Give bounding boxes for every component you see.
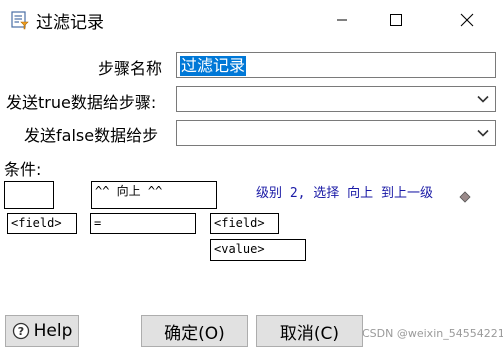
step-name-label: 步骤名称: [98, 59, 163, 78]
minimize-icon: [337, 19, 347, 21]
condition-left-field[interactable]: <field>: [7, 213, 77, 234]
condition-level-info: 级别 2, 选择 向上 到上一级: [256, 186, 433, 201]
maximize-button[interactable]: [373, 0, 419, 40]
false-step-label: 发送false数据给步: [24, 126, 159, 145]
watermark: CSDN @weixin_54554221: [362, 327, 503, 340]
filter-app-icon: [10, 10, 30, 30]
false-step-select[interactable]: [176, 120, 496, 146]
help-label: Help: [33, 321, 73, 341]
title-bar: 过滤记录: [0, 0, 503, 40]
condition-right-value[interactable]: <value>: [210, 239, 306, 261]
step-name-input[interactable]: 过滤记录: [176, 52, 496, 78]
window-title: 过滤记录: [36, 13, 104, 33]
condition-negate-box[interactable]: [4, 181, 54, 209]
cancel-button[interactable]: 取消(C): [256, 315, 363, 347]
help-icon: ?: [12, 322, 30, 340]
ok-label: 确定(O): [164, 323, 225, 344]
help-button[interactable]: ? Help: [5, 315, 79, 347]
condition-operator[interactable]: =: [90, 213, 196, 234]
maximize-icon: [390, 14, 402, 26]
close-icon: [460, 13, 474, 27]
step-name-value: 过滤记录: [180, 56, 247, 76]
close-button[interactable]: [444, 0, 490, 40]
condition-right-field[interactable]: <field>: [210, 213, 279, 234]
cursor-icon: [459, 188, 471, 207]
true-step-label: 发送true数据给步骤:: [6, 93, 157, 112]
conditions-label: 条件:: [4, 160, 42, 179]
ok-button[interactable]: 确定(O): [141, 315, 248, 347]
svg-text:?: ?: [17, 325, 23, 338]
cancel-label: 取消(C): [279, 323, 340, 344]
condition-up-button[interactable]: ^^ 向上 ^^: [91, 181, 217, 209]
chevron-down-icon: [477, 95, 489, 103]
true-step-select[interactable]: [176, 86, 496, 112]
chevron-down-icon: [477, 129, 489, 137]
minimize-button[interactable]: [319, 0, 365, 40]
